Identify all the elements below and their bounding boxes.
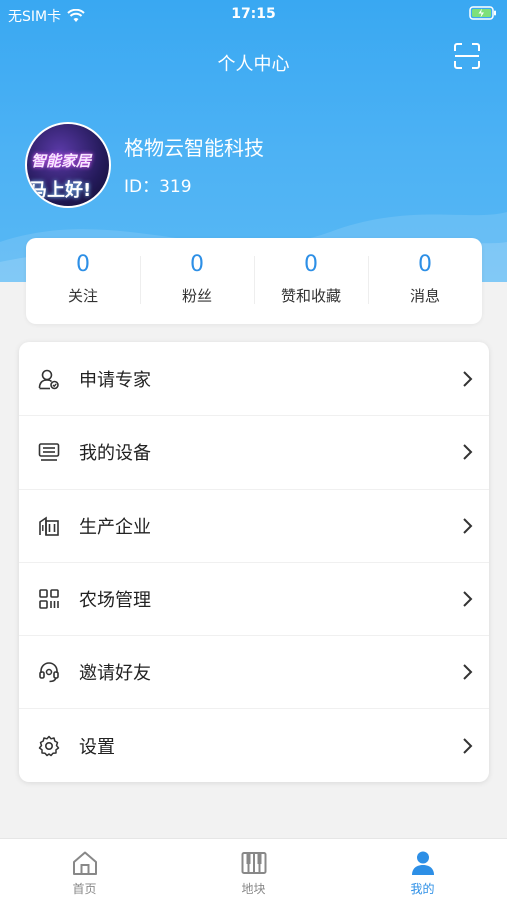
menu-item-label: 我的设备 — [79, 443, 151, 465]
menu-item-apply-expert[interactable]: 申请专家 — [19, 342, 489, 415]
avatar-text-top: 智能家居 — [31, 152, 92, 170]
menu-item-label: 邀请好友 — [79, 663, 151, 685]
stat-value: 0 — [304, 252, 318, 277]
avatar-text-bottom: 马上好! — [29, 180, 92, 201]
avatar[interactable]: 智能家居 马上好! — [25, 122, 111, 208]
user-icon — [411, 851, 434, 875]
status-bar: 无SIM卡 17:15 — [0, 0, 507, 30]
tab-label: 首页 — [72, 882, 97, 896]
grid-icon — [37, 587, 61, 611]
battery-charging-icon — [469, 6, 496, 20]
field-icon — [241, 852, 266, 874]
scan-icon — [454, 43, 480, 69]
tab-bar: 首页 地块 我的 — [0, 838, 507, 900]
scan-button[interactable] — [453, 42, 481, 70]
menu-item-invite-friends[interactable]: 邀请好友 — [19, 635, 489, 708]
expert-icon — [37, 367, 61, 391]
tab-home[interactable]: 首页 — [0, 839, 169, 900]
menu-item-label: 农场管理 — [79, 590, 151, 612]
page-title: 个人中心 — [217, 54, 290, 75]
home-icon — [72, 851, 97, 875]
stats-card: 0 关注 0 粉丝 0 赞和收藏 0 消息 — [26, 238, 482, 324]
chevron-right-icon — [463, 737, 473, 754]
headset-icon — [37, 660, 61, 684]
chevron-right-icon — [463, 444, 473, 461]
chevron-right-icon — [463, 370, 473, 387]
menu-item-farm-management[interactable]: 农场管理 — [19, 561, 489, 635]
menu-card: 申请专家 我的设备 生产企业 农场管理 邀请好友 设置 — [19, 342, 489, 782]
stat-label: 粉丝 — [181, 287, 212, 305]
stat-label: 消息 — [409, 287, 440, 305]
stat-label: 赞和收藏 — [280, 287, 341, 305]
status-time: 17:15 — [231, 6, 276, 22]
stat-messages[interactable]: 0 消息 — [368, 238, 482, 324]
stat-value: 0 — [418, 252, 432, 277]
menu-item-label: 申请专家 — [79, 369, 151, 391]
stat-value: 0 — [76, 252, 90, 277]
building-icon — [37, 514, 61, 538]
chevron-right-icon — [463, 518, 473, 534]
stat-value: 0 — [190, 252, 204, 277]
profile-name: 格物云智能科技 — [124, 136, 264, 160]
stat-label: 关注 — [67, 287, 98, 305]
tab-label: 我的 — [410, 882, 435, 896]
battery-indicator — [469, 6, 497, 24]
menu-item-label: 生产企业 — [79, 516, 151, 538]
profile-id: ID：319 — [124, 177, 192, 197]
menu-item-manufacturer[interactable]: 生产企业 — [19, 488, 489, 562]
chevron-right-icon — [463, 591, 473, 607]
tab-label: 地块 — [241, 882, 266, 896]
device-icon — [37, 440, 61, 464]
tab-mine[interactable]: 我的 — [338, 839, 507, 900]
stat-likes-favorites[interactable]: 0 赞和收藏 — [254, 238, 368, 324]
stat-followers[interactable]: 0 粉丝 — [140, 238, 254, 324]
tab-field[interactable]: 地块 — [169, 839, 338, 900]
gear-icon — [37, 734, 61, 758]
menu-item-my-devices[interactable]: 我的设备 — [19, 415, 489, 488]
chevron-right-icon — [463, 664, 473, 681]
menu-item-label: 设置 — [79, 736, 115, 758]
menu-item-settings[interactable]: 设置 — [19, 708, 489, 781]
stat-following[interactable]: 0 关注 — [26, 238, 140, 324]
